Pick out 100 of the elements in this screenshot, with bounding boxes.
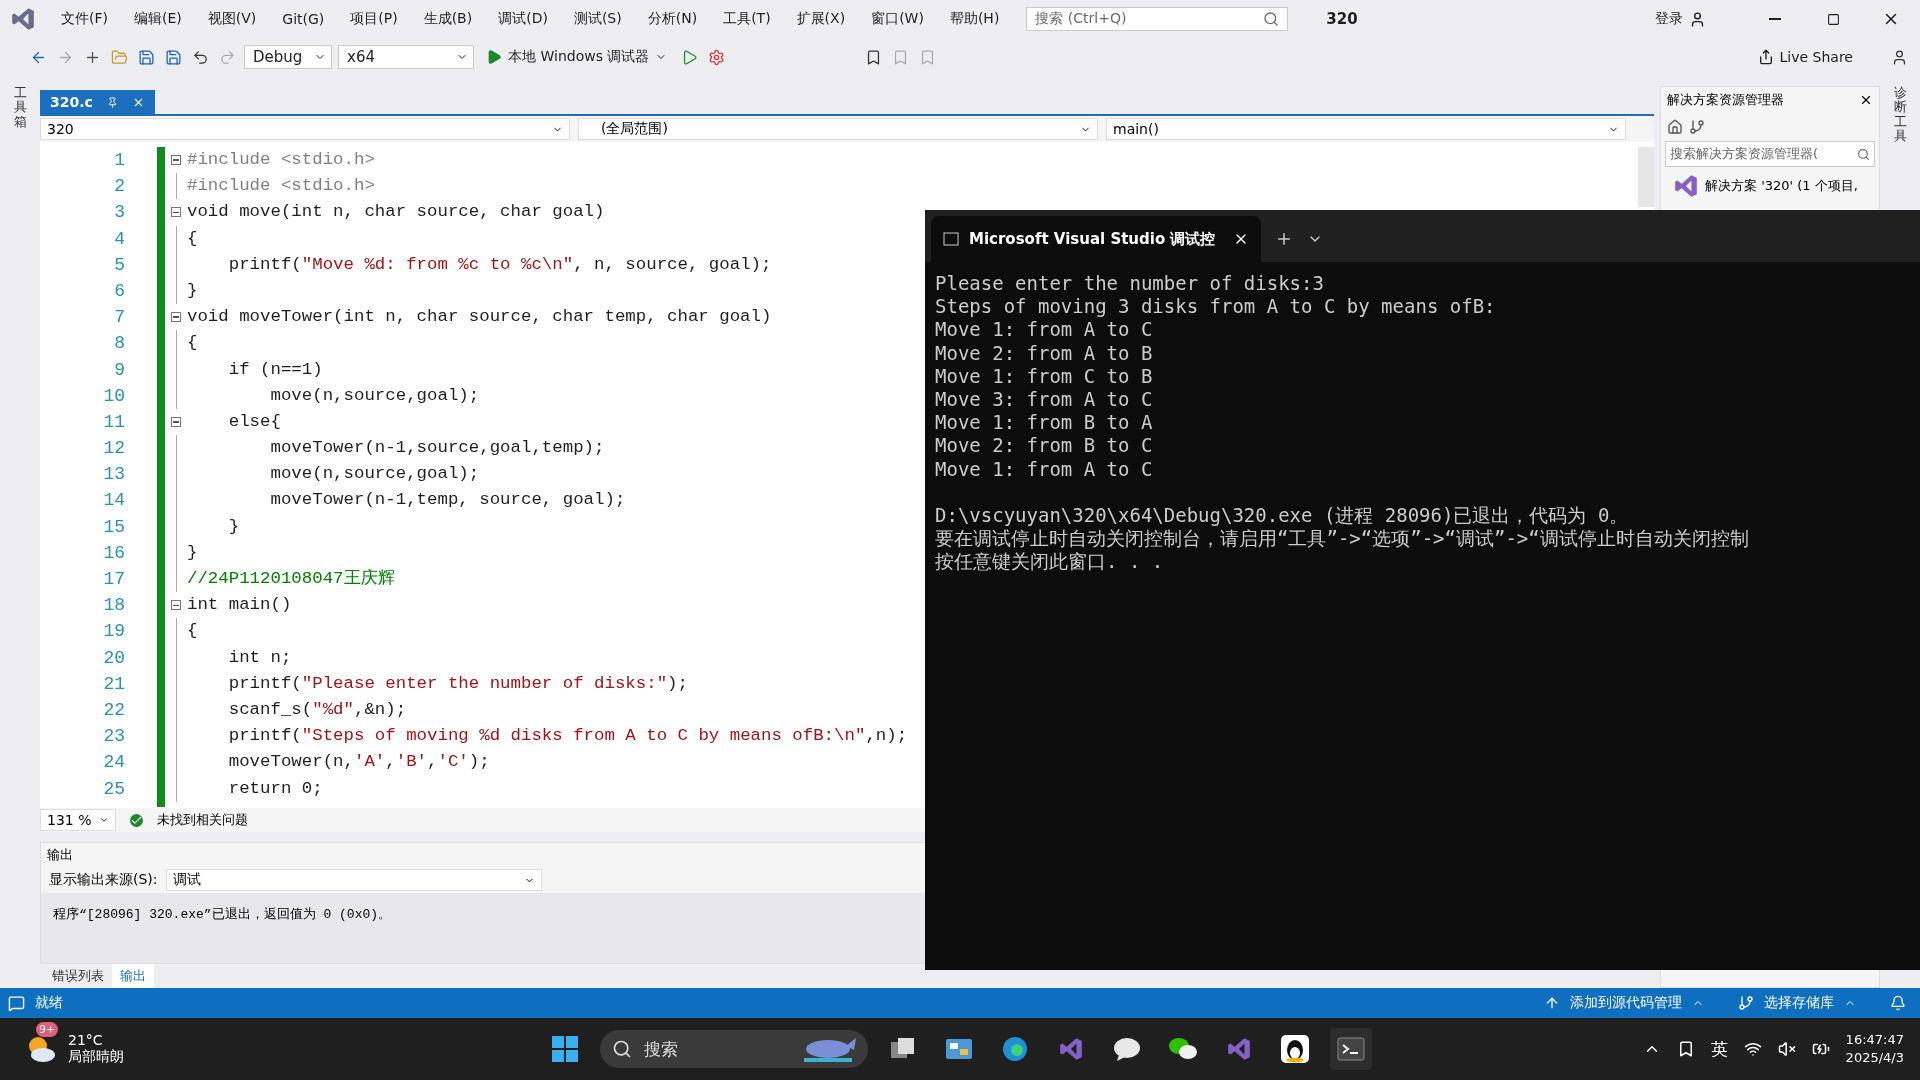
console-line: Steps of moving 3 disks from A to C by means ofB:	[935, 295, 1496, 319]
save-icon	[165, 48, 182, 66]
notification-icon[interactable]	[1890, 995, 1906, 1011]
menu-item[interactable]: 分析(N)	[634, 10, 711, 28]
console-line: Move 1: from B to A	[935, 411, 1153, 435]
menu-item[interactable]: 测试(S)	[560, 10, 635, 28]
menu-item[interactable]: 项目(P)	[337, 10, 411, 28]
message-icon	[8, 994, 25, 1012]
menu-item[interactable]: 文件(F)	[48, 10, 121, 28]
code-line: #include <stdio.h>	[187, 149, 375, 171]
diagnostics-tab[interactable]: 诊断工具	[1893, 86, 1907, 144]
clock[interactable]: 16:47:47 2025/4/3	[1845, 1030, 1904, 1068]
search-field[interactable]: 搜索解决方案资源管理器(	[1665, 141, 1875, 167]
search-field[interactable]: 搜索 (Ctrl+Q)	[1026, 7, 1289, 31]
search-icon	[612, 1039, 632, 1059]
project-dropdown[interactable]: 320	[40, 118, 570, 140]
code-line: move(n,source,goal);	[269, 463, 480, 486]
output-source-dropdown[interactable]: 调试	[165, 869, 542, 891]
console-line: 要在调试停止时自动关闭控制台，请启用“工具”->“选项”->“调试”->“调试停止时自动关闭控制	[935, 527, 1749, 551]
line-number: 7	[114, 306, 125, 330]
code-line: return 0;	[227, 777, 323, 800]
menu-item[interactable]: 工具(T)	[710, 10, 784, 28]
member-dropdown[interactable]: main()	[1106, 118, 1626, 140]
code-line: moveTower(n-1,temp, source, goal);	[269, 489, 626, 512]
fold-toggle[interactable]	[171, 600, 181, 611]
home-icon[interactable]	[1667, 119, 1683, 135]
menu-item[interactable]: 视图(V)	[194, 10, 270, 28]
terminal-icon	[1337, 1037, 1365, 1061]
tree-item[interactable]: 解决方案 '320' (1 个项目,	[1705, 177, 1858, 195]
panel-tab[interactable]: 错误列表	[44, 964, 112, 988]
menu-item[interactable]: 编辑(E)	[121, 10, 195, 28]
penguin-icon	[1280, 1034, 1310, 1064]
code-line: printf("Move %d: from %c to %c\n", n, source, goal);	[227, 253, 772, 276]
line-number: 24	[103, 751, 125, 775]
panel-title: 输出	[46, 846, 74, 864]
line-number: 5	[114, 253, 125, 277]
line-number: 4	[114, 227, 125, 251]
line-number: 23	[103, 725, 125, 749]
console-line: 按任意键关闭此窗口. . .	[935, 550, 1164, 574]
restore-icon	[1826, 12, 1840, 26]
chat-bubble-icon	[1113, 1036, 1141, 1062]
sign-in-link[interactable]: 登录	[1655, 10, 1683, 28]
user-icon	[1891, 48, 1908, 66]
console-tab[interactable]: Microsoft Visual Studio 调试控	[931, 216, 1262, 262]
caret-icon	[99, 815, 109, 825]
panel-title: 解决方案资源管理器	[1667, 91, 1784, 109]
line-number: 19	[103, 620, 125, 644]
code-line: {	[187, 620, 198, 643]
panel-tab[interactable]: 输出	[112, 964, 154, 988]
browser-icon	[1001, 1035, 1029, 1063]
fold-toggle[interactable]	[171, 155, 181, 166]
configuration-dropdown[interactable]: Debug	[244, 45, 332, 69]
code-line: printf("Steps of moving %d disks from A to C by means ofB:\n",n);	[227, 725, 908, 748]
code-line: int main()	[187, 594, 292, 617]
user-icon[interactable]	[1689, 10, 1706, 28]
line-number: 22	[103, 698, 125, 722]
scrollbar[interactable]	[1638, 147, 1654, 207]
fold-toggle[interactable]	[171, 207, 181, 218]
menu-item[interactable]: 调试(D)	[485, 10, 561, 28]
redo-icon	[219, 48, 236, 66]
close-icon[interactable]	[1859, 93, 1873, 107]
line-number: 14	[103, 489, 125, 513]
scope-dropdown[interactable]: (全局范围)	[578, 118, 1098, 140]
document-tab[interactable]: 320.c	[40, 90, 155, 114]
branch-icon[interactable]	[1689, 119, 1705, 135]
menu-item[interactable]: Git(G)	[269, 11, 338, 27]
menu-item[interactable]: 生成(B)	[410, 10, 486, 28]
line-number: 18	[103, 594, 125, 618]
menu-item[interactable]: 窗口(W)	[858, 10, 937, 28]
code-line: else{	[227, 410, 281, 433]
live-share-button[interactable]: Live Share	[1751, 48, 1859, 66]
source-control-button[interactable]: 添加到源代码管理	[1570, 994, 1682, 1012]
wifi-icon[interactable]	[1743, 1040, 1762, 1058]
platform-dropdown[interactable]: x64	[338, 45, 474, 69]
run-debugger-button[interactable]: 本地 Windows 调试器	[480, 47, 674, 67]
pin-icon	[106, 96, 118, 108]
terminal-button[interactable]	[1330, 1028, 1372, 1070]
source-label: 显示输出来源(S):	[49, 871, 158, 889]
code-line: void move(int n, char source, char goal)	[187, 201, 605, 224]
line-number: 25	[103, 777, 125, 801]
line-number: 10	[103, 384, 125, 408]
console-line: Move 2: from B to C	[935, 434, 1153, 458]
line-number: 13	[103, 463, 125, 487]
output-line: 程序“[28096] 320.exe”已退出，返回值为 0 (0x0)。	[53, 906, 392, 923]
windows-logo-icon	[551, 1035, 579, 1063]
play-icon	[681, 48, 699, 66]
taskbar-search[interactable]: 搜索	[600, 1030, 868, 1068]
fold-toggle[interactable]	[171, 312, 181, 323]
code-line: move(n,source,goal);	[269, 384, 480, 407]
mute-icon[interactable]	[1777, 1040, 1796, 1058]
menu-item[interactable]: 帮助(H)	[936, 10, 1013, 28]
repository-button[interactable]: 选择存储库	[1764, 994, 1834, 1012]
fold-toggle[interactable]	[171, 416, 181, 427]
zoom-dropdown[interactable]: 131 %	[40, 809, 116, 831]
line-number: 3	[114, 201, 125, 225]
toolbox-tab[interactable]: 工具箱	[13, 86, 27, 129]
ime-indicator[interactable]: 英	[1710, 1037, 1728, 1061]
minimize-icon	[1769, 18, 1781, 20]
line-number: 11	[103, 410, 125, 434]
menu-item[interactable]: 扩展(X)	[783, 10, 859, 28]
